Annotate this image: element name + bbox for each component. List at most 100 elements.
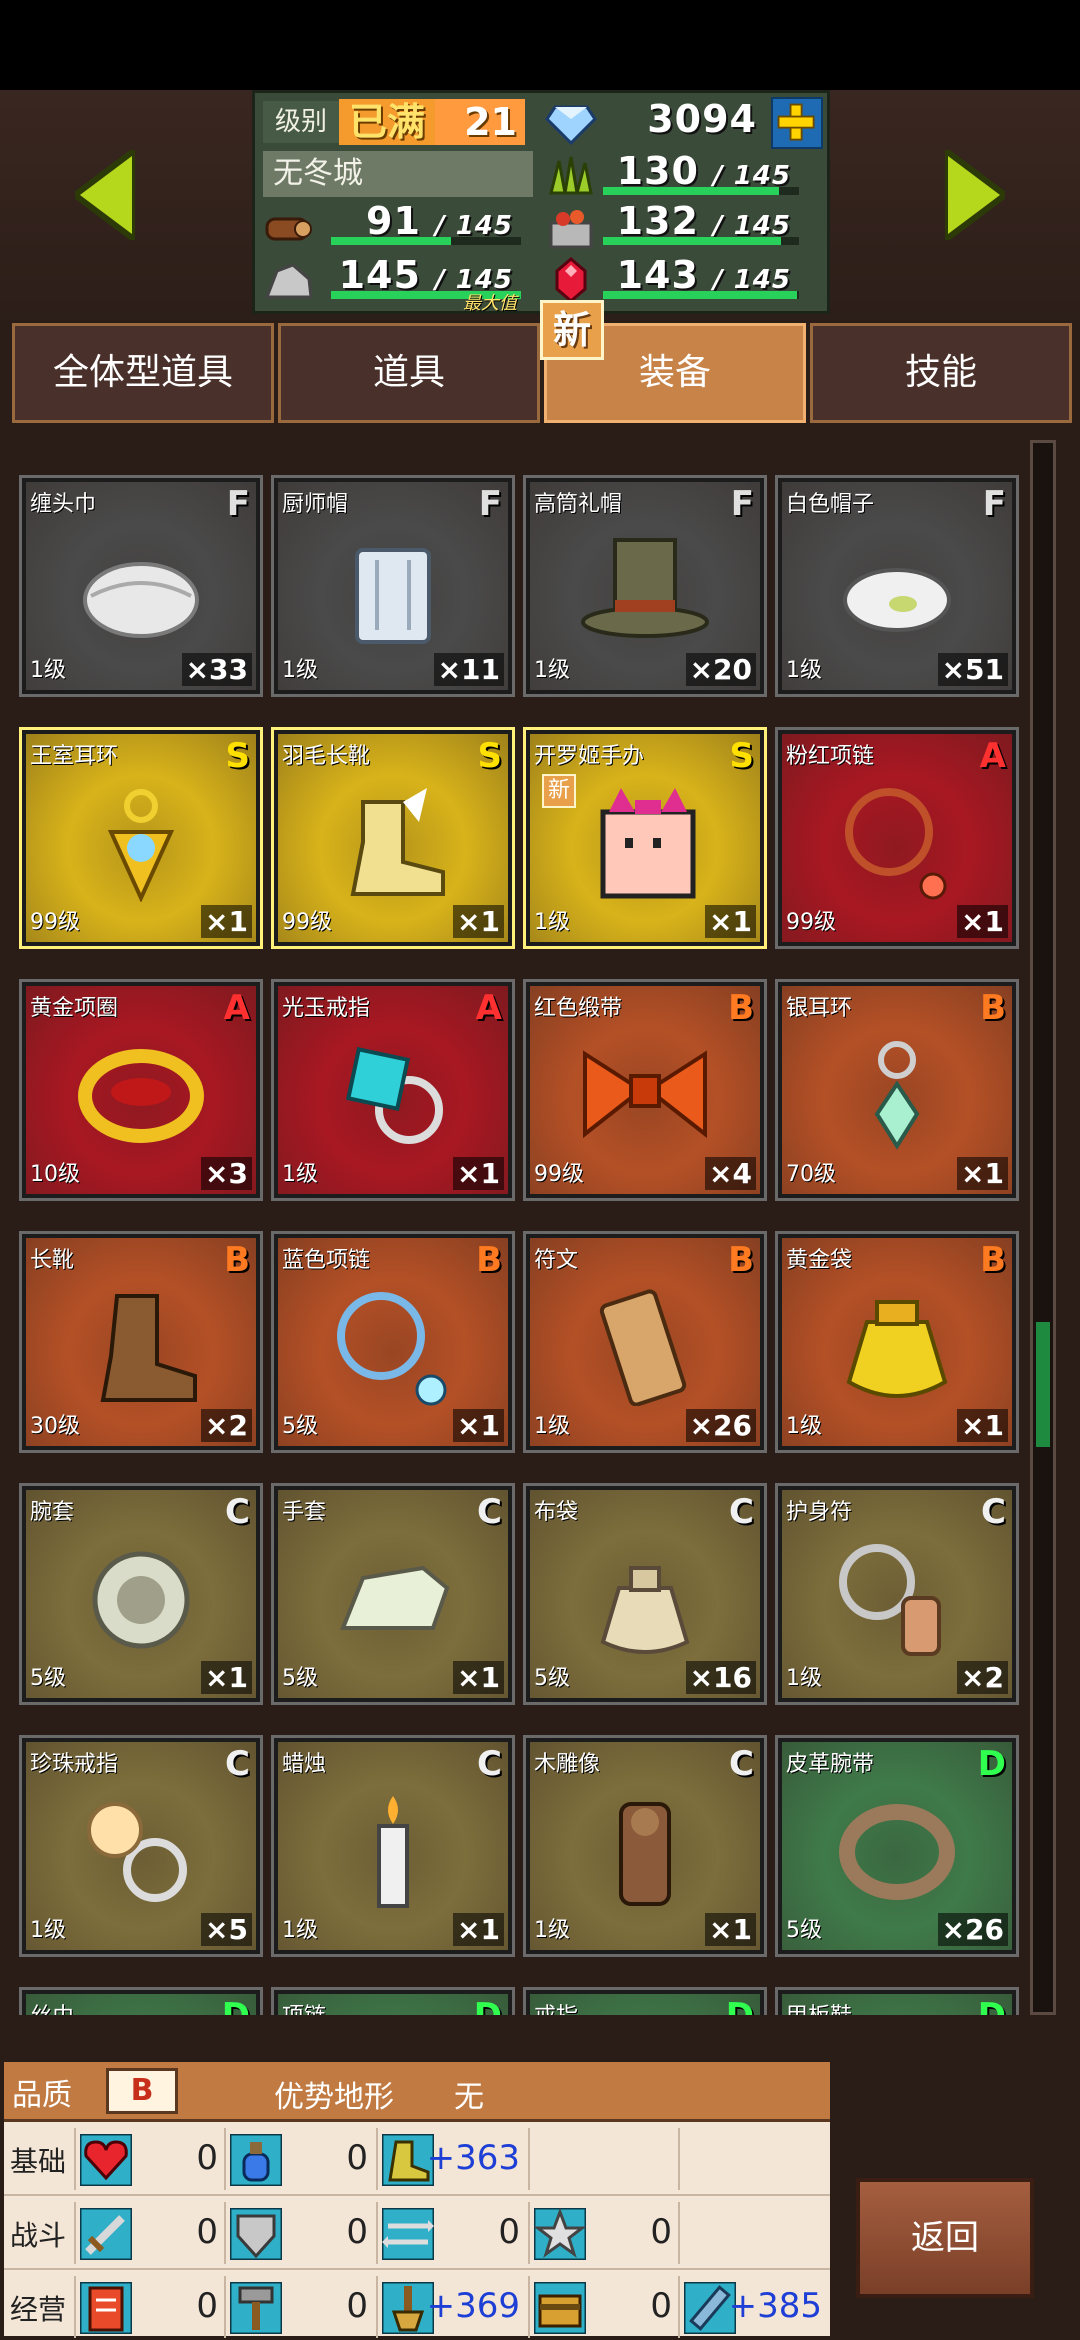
white-hat-icon [843,568,951,633]
item-grade: A [223,988,250,1028]
item-level: 1级 [534,658,570,683]
item-grade: C [729,1744,754,1784]
tab-items[interactable]: 道具 [278,323,540,423]
item-grade: C [729,1492,754,1532]
gold-collar-icon [78,1049,204,1144]
stat-cell: +385 [678,2276,828,2338]
equipment-item[interactable]: 开罗姬手办 S 新 1级 ×1 [523,727,767,949]
item-count: ×1 [453,1661,504,1694]
item-name: 手套 [282,1500,327,1525]
item-count: ×1 [453,1913,504,1946]
scrollbar[interactable] [1030,440,1056,2015]
equipment-item[interactable]: 珍珠戒指 C 1级 ×5 [19,1735,263,1957]
equipment-item[interactable]: 粉红项链 A 99级 ×1 [775,727,1019,949]
item-count: ×11 [433,653,504,686]
item-level: 1级 [786,1414,822,1439]
item-name: 符文 [534,1248,579,1273]
equipment-item[interactable]: 木雕像 C 1级 ×1 [523,1735,767,1957]
tab-skills[interactable]: 技能 [810,323,1072,423]
equipment-item[interactable]: 光玉戒指 A 1级 ×1 [271,979,515,1201]
stat-cell: 0 [224,2276,374,2338]
rune-icon [599,1289,687,1407]
equipment-item[interactable]: 丝巾 D [19,1987,263,2015]
equipment-item[interactable]: 厨师帽 F 1级 ×11 [271,475,515,697]
gems-stat: 3094 [603,97,765,147]
item-grade: A [979,736,1006,776]
item-level: 5级 [282,1414,318,1439]
equipment-item[interactable]: 缠头巾 F 1级 ×33 [19,475,263,697]
basket-icon [549,210,593,249]
diamond-icon [545,105,597,146]
equipment-item[interactable]: 项链 D [271,1987,515,2015]
stats-panel: 级别 已满 21 无冬城 3094 91 / 145 145 / 145 最大值… [252,90,830,314]
equipment-item[interactable]: 护身符 C 1级 ×2 [775,1483,1019,1705]
wood-statue-icon [619,1802,671,1907]
item-count: ×16 [685,1661,756,1694]
item-level: 99级 [786,910,836,935]
item-grade: C [225,1492,250,1532]
equipment-item[interactable]: 长靴 B 30级 ×2 [19,1231,263,1453]
stat-value: 0 [650,2286,672,2326]
scrollbar-thumb[interactable] [1036,1321,1050,1448]
equipment-item[interactable]: 符文 B 1级 ×26 [523,1231,767,1453]
candle-icon [377,1796,409,1909]
item-name: 开罗姬手办 [534,744,645,769]
equipment-item[interactable]: 皮革腕带 D 5级 ×26 [775,1735,1019,1957]
item-count: ×1 [453,905,504,938]
jewel-ring-icon [345,1047,443,1145]
back-button[interactable]: 返回 [856,2178,1034,2298]
wristband-icon [92,1551,190,1649]
feather-boots-icon [350,788,445,897]
top-hat-icon [581,538,709,639]
equipment-item[interactable]: 高筒礼帽 F 1级 ×20 [523,475,767,697]
item-count: ×4 [705,1157,756,1190]
chest-icon [534,2282,586,2334]
equipment-item[interactable]: 蓝色项链 B 5级 ×1 [271,1231,515,1453]
glove-icon [340,1566,450,1631]
prev-arrow-button[interactable] [70,144,138,246]
potion-icon [230,2134,282,2186]
item-name: 白色帽子 [786,492,875,517]
equipment-item[interactable]: 甲板鞋 D [775,1987,1019,2015]
equipment-item[interactable]: 红色缎带 B 99级 ×4 [523,979,767,1201]
equipment-item[interactable]: 白色帽子 F 1级 ×51 [775,475,1019,697]
tab-all-items[interactable]: 全体型道具 [12,323,274,423]
item-grade: S [225,736,251,776]
next-arrow-button[interactable] [942,144,1010,246]
stat-value: 0 [650,2212,672,2252]
heart-icon [80,2134,132,2186]
cloth-bag-icon [600,1566,690,1655]
equipment-item[interactable]: 羽毛长靴 S 99级 ×1 [271,727,515,949]
item-grade: D [726,1996,754,2015]
stat-value: 0 [346,2286,368,2326]
equipment-item[interactable]: 布袋 C 5级 ×16 [523,1483,767,1705]
equipment-item[interactable]: 黄金袋 B 1级 ×1 [775,1231,1019,1453]
equipment-item[interactable]: 腕套 C 5级 ×1 [19,1483,263,1705]
gems-value: 3094 [647,97,757,141]
grass-stat: 130 / 145 [603,149,799,199]
stat-cell: 0 [376,2202,526,2264]
row-divider [4,2268,830,2270]
item-level: 1级 [534,1918,570,1943]
equipment-item[interactable]: 王室耳环 S 99级 ×1 [19,727,263,949]
item-grade: F [478,484,502,524]
equipment-item[interactable]: 手套 C 5级 ×1 [271,1483,515,1705]
quality-value: B [106,2068,178,2114]
item-level: 1级 [534,910,570,935]
add-gems-button[interactable] [771,97,823,149]
item-level: 5级 [534,1666,570,1691]
item-name: 王室耳环 [30,744,119,769]
equipment-item[interactable]: 银耳环 B 70级 ×1 [775,979,1019,1201]
sword-icon [80,2208,132,2260]
equipment-item[interactable]: 黄金项圈 A 10级 ×3 [19,979,263,1201]
status-bar [0,0,1080,90]
item-name: 珍珠戒指 [30,1752,119,1777]
equipment-item[interactable]: 蜡烛 C 1级 ×1 [271,1735,515,1957]
arrow-right-icon [942,144,1010,246]
item-name: 银耳环 [786,996,853,1021]
equipment-item[interactable]: 戒指 D [523,1987,767,2015]
item-grade: A [475,988,502,1028]
item-level: 5级 [282,1666,318,1691]
item-level: 5级 [786,1918,822,1943]
item-level: 1级 [282,1162,318,1187]
